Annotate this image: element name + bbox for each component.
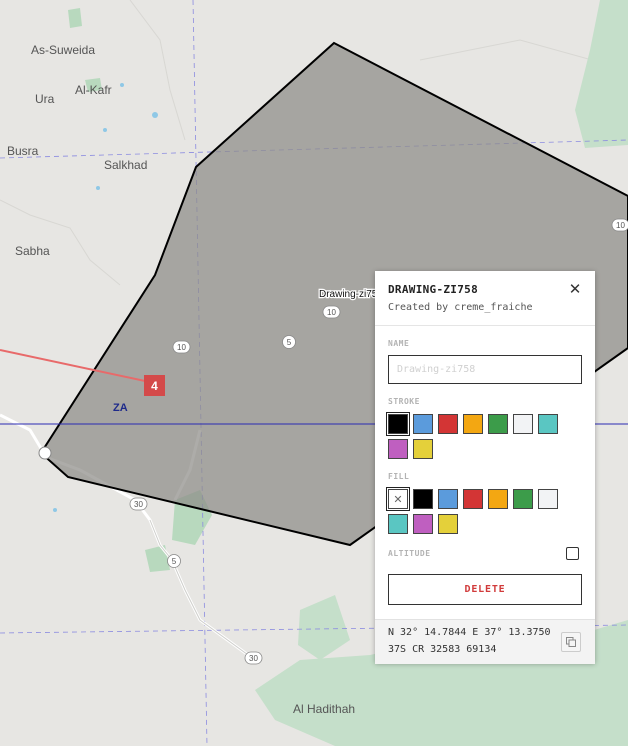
stroke-swatches bbox=[386, 412, 564, 459]
place-label: Ura bbox=[35, 92, 55, 106]
svg-text:30: 30 bbox=[134, 500, 143, 509]
road-shield: 5 bbox=[167, 554, 181, 568]
stroke-swatch[interactable] bbox=[463, 414, 483, 434]
fill-label: FILL bbox=[388, 472, 410, 481]
fill-swatch[interactable] bbox=[438, 489, 458, 509]
panel-title: DRAWING-ZI758 bbox=[388, 283, 478, 296]
road-shield: 5 bbox=[282, 335, 296, 349]
place-label: Al Hadithah bbox=[293, 702, 355, 716]
drawing-label: Drawing-zi758 bbox=[319, 289, 383, 300]
x-icon: ✕ bbox=[393, 492, 403, 506]
panel-subtitle: Created by creme_fraiche bbox=[388, 302, 533, 313]
delete-button[interactable]: DELETE bbox=[388, 574, 582, 605]
name-input[interactable] bbox=[388, 355, 582, 384]
fill-swatch[interactable] bbox=[538, 489, 558, 509]
svg-text:10: 10 bbox=[177, 343, 186, 352]
place-label: Salkhad bbox=[104, 158, 147, 172]
stroke-swatch[interactable] bbox=[438, 414, 458, 434]
stroke-swatch[interactable] bbox=[413, 439, 433, 459]
close-icon[interactable]: ✕ bbox=[567, 281, 583, 297]
place-label: Al-Kafr bbox=[75, 83, 112, 97]
fill-none-swatch[interactable]: ✕ bbox=[386, 487, 410, 511]
zone-label: ZA bbox=[113, 402, 128, 414]
panel-header: DRAWING-ZI758 Created by creme_fraiche ✕ bbox=[375, 271, 595, 326]
fill-swatch[interactable] bbox=[438, 514, 458, 534]
fill-swatch[interactable] bbox=[388, 514, 408, 534]
altitude-checkbox[interactable] bbox=[566, 547, 579, 560]
svg-text:5: 5 bbox=[172, 557, 177, 566]
stroke-swatch[interactable] bbox=[413, 414, 433, 434]
coordinates-bar: N 32° 14.7844 E 37° 13.3750 37S CR 32583… bbox=[375, 619, 595, 664]
drawing-panel: DRAWING-ZI758 Created by creme_fraiche ✕… bbox=[375, 271, 595, 664]
svg-text:10: 10 bbox=[327, 308, 336, 317]
svg-text:10: 10 bbox=[616, 221, 625, 230]
altitude-label: ALTITUDE bbox=[388, 549, 431, 558]
road-shield: 30 bbox=[129, 497, 148, 511]
fill-swatch[interactable] bbox=[463, 489, 483, 509]
fill-swatch[interactable] bbox=[488, 489, 508, 509]
route-marker-label: 4 bbox=[151, 379, 158, 393]
fill-swatch[interactable] bbox=[513, 489, 533, 509]
stroke-swatch[interactable] bbox=[538, 414, 558, 434]
fill-swatch[interactable] bbox=[413, 514, 433, 534]
fill-swatches: ✕ bbox=[386, 487, 564, 534]
stroke-swatch[interactable] bbox=[513, 414, 533, 434]
polygon-vertex[interactable] bbox=[38, 446, 52, 460]
svg-text:5: 5 bbox=[287, 338, 292, 347]
name-label: NAME bbox=[388, 339, 410, 348]
place-label: Sabha bbox=[15, 244, 50, 258]
park-area bbox=[68, 8, 82, 28]
fill-swatch[interactable] bbox=[413, 489, 433, 509]
stroke-swatch[interactable] bbox=[386, 412, 410, 436]
stroke-swatch[interactable] bbox=[388, 439, 408, 459]
road-shield: 30 bbox=[244, 651, 263, 665]
road-shield: 10 bbox=[172, 340, 191, 354]
coords-mgrs: 37S CR 32583 69134 bbox=[388, 644, 497, 655]
copy-button[interactable] bbox=[561, 632, 581, 652]
coords-latlon: N 32° 14.7844 E 37° 13.3750 bbox=[388, 627, 551, 638]
svg-text:30: 30 bbox=[249, 654, 258, 663]
road-shield: 10 bbox=[322, 305, 341, 319]
road-shield: 10 bbox=[611, 218, 628, 232]
place-label: As-Suweida bbox=[31, 43, 95, 57]
place-label: Busra bbox=[7, 144, 39, 158]
stroke-label: STROKE bbox=[388, 397, 420, 406]
stroke-swatch[interactable] bbox=[488, 414, 508, 434]
copy-icon bbox=[566, 637, 576, 647]
